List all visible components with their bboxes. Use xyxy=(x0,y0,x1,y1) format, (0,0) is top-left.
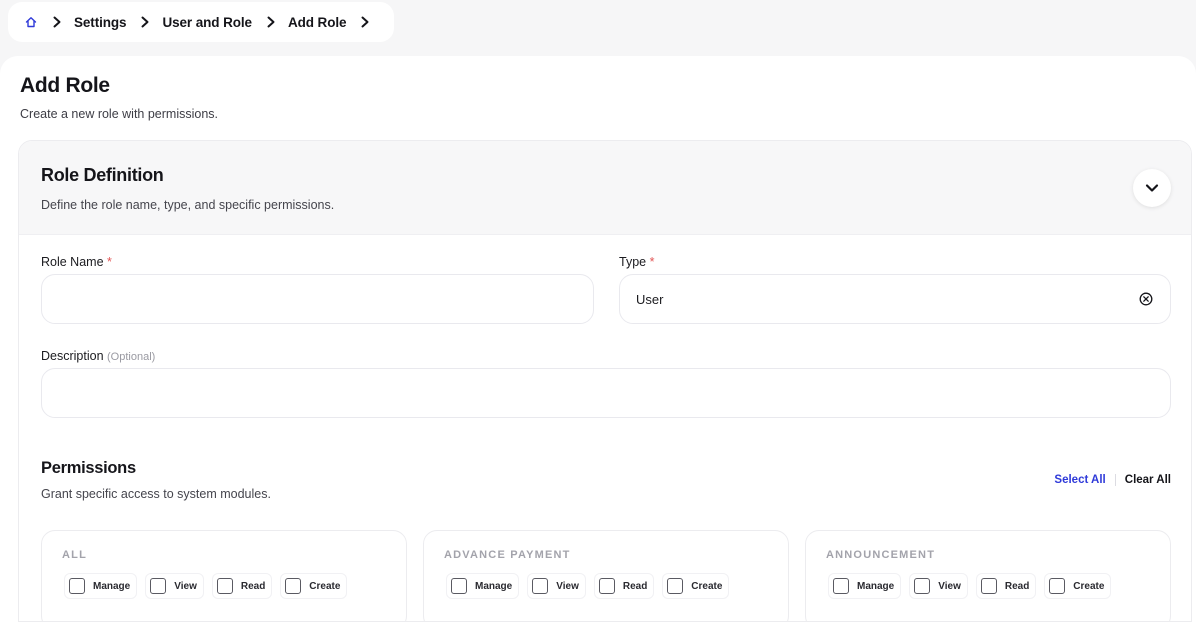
chevron-right-icon xyxy=(264,15,278,29)
page-subtitle: Create a new role with permissions. xyxy=(20,107,218,121)
description-input[interactable] xyxy=(41,368,1171,418)
type-select-value: User xyxy=(636,291,664,307)
clear-all-button[interactable]: Clear All xyxy=(1125,474,1171,486)
permissions-actions: Select All Clear All xyxy=(1054,474,1171,486)
checkbox[interactable] xyxy=(69,578,85,594)
permission-label: Read xyxy=(240,580,266,592)
select-all-button[interactable]: Select All xyxy=(1054,474,1105,486)
role-name-label: Role Name * xyxy=(41,255,112,269)
checkbox[interactable] xyxy=(451,578,467,594)
permission-label: Read xyxy=(622,580,648,592)
permission-label: Create xyxy=(309,580,341,592)
permission-create[interactable]: Create xyxy=(1044,573,1112,599)
checkbox[interactable] xyxy=(216,578,233,594)
permission-label: Create xyxy=(1073,580,1105,592)
chevron-right-icon xyxy=(50,15,64,29)
role-name-label-text: Role Name xyxy=(41,255,104,269)
permissions-description: Grant specific access to system modules. xyxy=(41,487,271,501)
type-label: Type * xyxy=(619,255,654,269)
role-definition-section: Role Definition Define the role name, ty… xyxy=(18,140,1192,622)
home-icon[interactable] xyxy=(24,15,38,29)
chevron-down-icon xyxy=(1145,183,1159,193)
role-name-input[interactable] xyxy=(41,274,594,324)
module-card-all: ALL Manage View Read Create xyxy=(41,530,407,621)
module-card-advance-payment: ADVANCE PAYMENT Manage View Read Create xyxy=(423,530,789,621)
checkbox[interactable] xyxy=(285,578,302,594)
required-marker: * xyxy=(107,255,112,269)
breadcrumb-item-user-and-role[interactable]: User and Role xyxy=(162,15,252,30)
permission-label: Manage xyxy=(93,580,131,592)
permission-read[interactable]: Read xyxy=(593,573,655,599)
chevron-right-icon xyxy=(138,15,152,29)
section-description: Define the role name, type, and specific… xyxy=(41,198,335,212)
permission-create[interactable]: Create xyxy=(662,573,730,599)
module-title: ADVANCE PAYMENT xyxy=(444,549,571,561)
collapse-button[interactable] xyxy=(1133,169,1171,207)
permission-manage[interactable]: Manage xyxy=(828,573,902,599)
permission-read[interactable]: Read xyxy=(211,573,273,599)
permission-label: View xyxy=(556,580,579,592)
breadcrumb-item-settings[interactable]: Settings xyxy=(74,15,127,30)
page-title: Add Role xyxy=(20,74,110,97)
permission-manage[interactable]: Manage xyxy=(64,573,138,599)
type-select[interactable]: User xyxy=(619,274,1171,324)
permission-manage[interactable]: Manage xyxy=(446,573,520,599)
checkbox[interactable] xyxy=(150,578,167,594)
permissions-title: Permissions xyxy=(41,459,136,477)
permission-label: View xyxy=(938,580,961,592)
permission-create[interactable]: Create xyxy=(280,573,348,599)
checkbox[interactable] xyxy=(914,578,931,594)
permission-view[interactable]: View xyxy=(527,573,586,599)
breadcrumb-item-add-role: Add Role xyxy=(287,14,347,30)
chevron-right-icon xyxy=(358,15,372,29)
optional-marker: (Optional) xyxy=(107,351,156,363)
permission-row: Manage View Read Create xyxy=(828,573,1112,599)
checkbox[interactable] xyxy=(980,578,997,594)
breadcrumb: Settings User and Role Add Role xyxy=(8,2,394,42)
section-header: Role Definition Define the role name, ty… xyxy=(19,141,1191,235)
permission-label: Create xyxy=(691,580,723,592)
checkbox[interactable] xyxy=(833,578,849,594)
checkbox[interactable] xyxy=(598,578,615,594)
permission-read[interactable]: Read xyxy=(975,573,1037,599)
permission-row: Manage View Read Create xyxy=(446,573,730,599)
section-title: Role Definition xyxy=(41,165,164,185)
permission-label: Manage xyxy=(857,580,895,592)
permission-label: View xyxy=(174,580,197,592)
checkbox[interactable] xyxy=(667,578,684,594)
required-marker: * xyxy=(649,255,655,269)
module-title: ANNOUNCEMENT xyxy=(826,549,936,561)
permission-view[interactable]: View xyxy=(909,573,968,599)
checkbox[interactable] xyxy=(1049,578,1066,594)
permission-view[interactable]: View xyxy=(145,573,204,599)
permission-row: Manage View Read Create xyxy=(64,573,348,599)
description-label-text: Description xyxy=(41,349,104,363)
divider xyxy=(1114,474,1116,486)
clear-icon[interactable] xyxy=(1138,291,1154,307)
module-card-announcement: ANNOUNCEMENT Manage View Read Create xyxy=(805,530,1171,621)
checkbox[interactable] xyxy=(532,578,549,594)
permission-label: Manage xyxy=(475,580,513,592)
permission-label: Read xyxy=(1004,580,1030,592)
description-label: Description (Optional) xyxy=(41,349,155,363)
module-title: ALL xyxy=(62,549,87,561)
main-content: Add Role Create a new role with permissi… xyxy=(0,56,1196,622)
type-label-text: Type xyxy=(619,255,647,269)
